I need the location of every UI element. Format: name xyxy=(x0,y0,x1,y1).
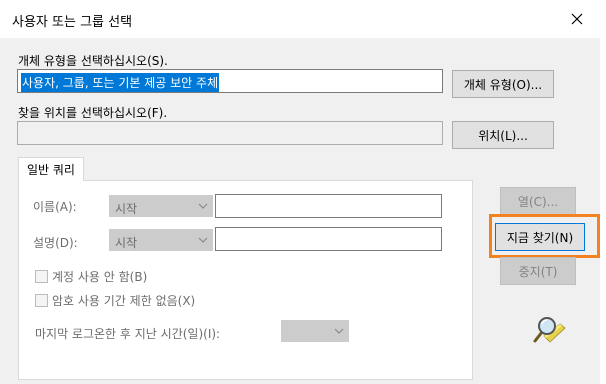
checkbox-box xyxy=(35,270,48,283)
chevron-down-icon xyxy=(198,237,208,243)
description-input[interactable] xyxy=(215,227,442,251)
name-mode-dropdown[interactable]: 시작 xyxy=(109,195,213,217)
disabled-accounts-label: 계정 사용 안 함(B) xyxy=(52,270,148,284)
title-bar: 사용자 또는 그룹 선택 xyxy=(0,0,600,38)
disabled-accounts-checkbox[interactable]: 계정 사용 안 함(B) xyxy=(35,268,147,285)
non-expiring-password-checkbox[interactable]: 암호 사용 기간 제한 없음(X) xyxy=(35,292,195,309)
close-icon xyxy=(571,13,583,25)
chevron-down-icon xyxy=(334,328,344,334)
window-edge xyxy=(600,0,606,384)
general-query-panel: 이름(A): 시작 설명(D): 시작 계정 사용 안 함(B) 암호 사용 기… xyxy=(18,180,473,380)
checkbox-box xyxy=(35,294,48,307)
location-label: 찾을 위치를 선택하십시오(F). xyxy=(18,106,168,120)
find-now-highlight xyxy=(489,214,600,258)
description-mode-value: 시작 xyxy=(115,236,138,250)
search-magnifier-icon xyxy=(533,317,566,343)
object-type-field[interactable]: 사용자, 그룹, 또는 기본 제공 보안 주체 xyxy=(17,69,443,93)
tab-general-query[interactable]: 일반 쿼리 xyxy=(18,157,84,181)
object-types-button[interactable]: 개체 유형(O)... xyxy=(452,70,554,98)
days-since-logon-label: 마지막 로그온한 후 지난 시간(일)(I): xyxy=(35,327,221,341)
name-mode-value: 시작 xyxy=(115,202,138,216)
columns-button[interactable]: 열(C)... xyxy=(500,187,576,215)
name-label: 이름(A): xyxy=(33,200,77,214)
stop-button[interactable]: 중지(T) xyxy=(500,257,576,285)
chevron-down-icon xyxy=(198,203,208,209)
location-field[interactable] xyxy=(17,121,443,145)
locations-button[interactable]: 위치(L)... xyxy=(452,121,554,149)
description-label: 설명(D): xyxy=(33,236,78,250)
description-mode-dropdown[interactable]: 시작 xyxy=(109,229,213,251)
name-input[interactable] xyxy=(215,194,442,218)
object-type-value: 사용자, 그룹, 또는 기본 제공 보안 주체 xyxy=(21,73,220,92)
object-type-label: 개체 유형을 선택하십시오(S). xyxy=(18,54,168,68)
select-users-or-groups-dialog: 사용자 또는 그룹 선택 개체 유형을 선택하십시오(S). 사용자, 그룹, … xyxy=(0,0,606,384)
non-expiring-password-label: 암호 사용 기간 제한 없음(X) xyxy=(52,294,196,308)
days-since-logon-dropdown[interactable] xyxy=(281,320,349,342)
close-button[interactable] xyxy=(560,4,594,34)
dialog-title: 사용자 또는 그룹 선택 xyxy=(12,15,133,30)
